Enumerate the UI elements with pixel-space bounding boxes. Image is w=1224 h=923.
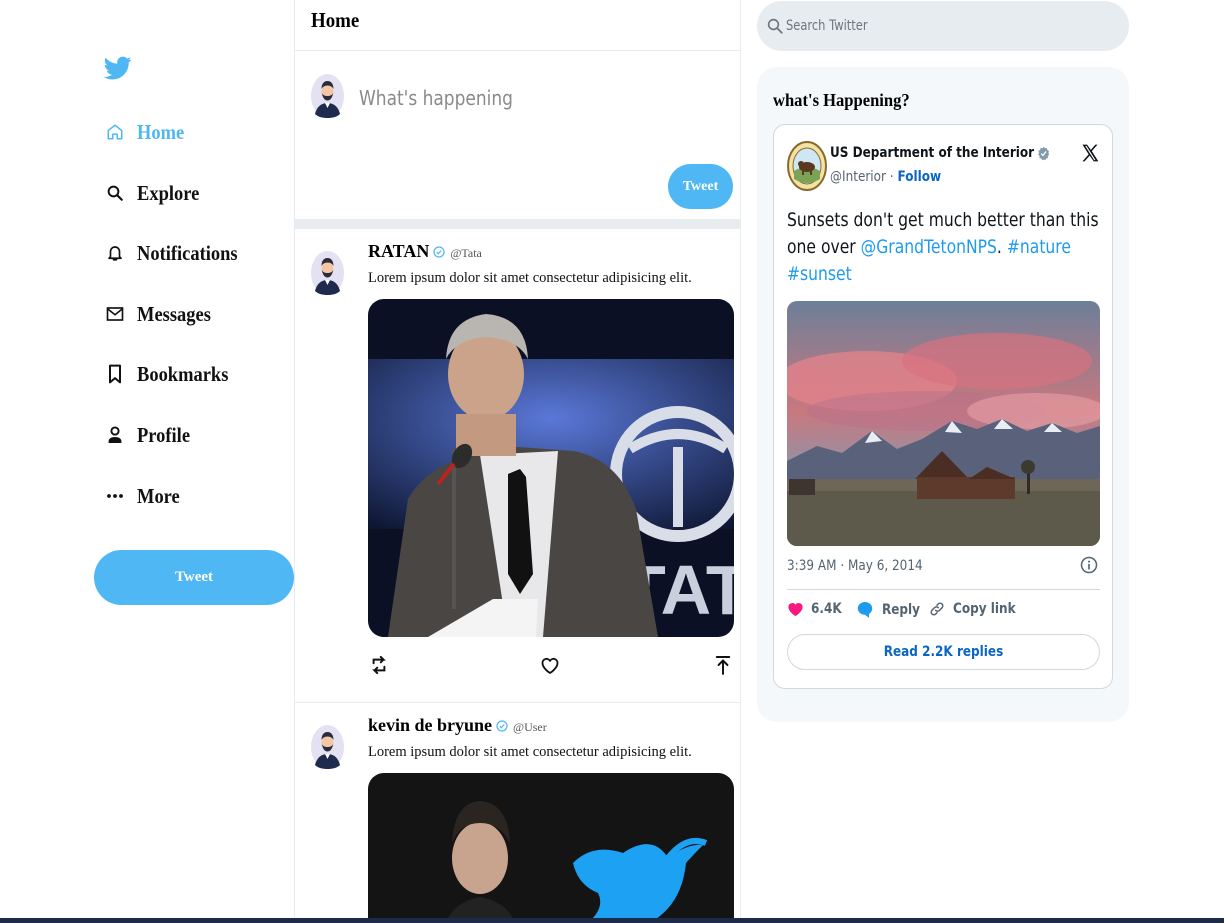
feed-divider	[295, 219, 740, 229]
avatar[interactable]	[311, 725, 344, 769]
read-replies-button[interactable]: Read 2.2K replies	[787, 634, 1100, 670]
embed-actions: 6.4K Reply Copy link	[787, 601, 1107, 623]
embed-image[interactable]	[787, 301, 1100, 546]
sidebar-item-messages[interactable]: Messages	[105, 294, 221, 334]
sidebar-item-notifications[interactable]: Notifications	[105, 233, 251, 273]
sidebar-item-label: Explore	[137, 180, 200, 205]
post-text: Lorem ipsum dolor sit amet consectetur a…	[368, 744, 692, 760]
verified-badge-icon	[433, 245, 445, 258]
embed-timestamp[interactable]: 3:39 AM · May 6, 2014	[787, 558, 923, 574]
reply-action[interactable]: Reply	[857, 601, 926, 619]
twitter-logo-icon[interactable]	[103, 53, 132, 83]
post-header: kevin de bryune @User	[368, 715, 547, 736]
read-replies-label: Read 2.2K replies	[883, 644, 1004, 660]
share-icon[interactable]	[712, 654, 734, 676]
sidebar-item-label: Messages	[137, 301, 211, 326]
sidebar-item-home[interactable]: Home	[105, 112, 191, 152]
post-author-handle: @User	[513, 720, 547, 734]
post-actions	[368, 654, 736, 676]
page-title: Home	[311, 8, 360, 32]
tweetbox-tweet-button[interactable]: Tweet	[668, 164, 733, 209]
avatar[interactable]	[311, 74, 344, 118]
x-logo-icon[interactable]	[1079, 141, 1101, 165]
embed-separator: ·	[889, 169, 894, 185]
avatar[interactable]	[311, 251, 344, 295]
search-bar[interactable]	[757, 1, 1129, 51]
bell-icon	[105, 242, 125, 264]
post-header: RATAN @Tata	[368, 241, 482, 262]
post-author-name[interactable]: kevin de bryune	[368, 715, 492, 736]
mention-link[interactable]: @GrandTetonNPS	[861, 236, 997, 258]
like-count: 6.4K	[811, 601, 842, 617]
embed-divider	[787, 589, 1100, 590]
like-action[interactable]: 6.4K	[787, 601, 847, 617]
embed-account-name-text: US Department of the Interior	[830, 145, 1035, 161]
sidebar-item-label: Profile	[137, 422, 191, 447]
feed-header: Home	[295, 0, 740, 51]
reply-bubble-icon	[857, 601, 873, 619]
post-text: Lorem ipsum dolor sit amet consectetur a…	[368, 270, 692, 286]
embed-text-part: .	[996, 236, 1007, 258]
embed-tweet-text: Sunsets don't get much better than this …	[787, 207, 1112, 288]
taskbar-edge	[0, 918, 1224, 923]
copy-link-label: Copy link	[953, 601, 1016, 617]
retweet-icon[interactable]	[368, 654, 390, 676]
tweetbox-input[interactable]	[359, 80, 665, 116]
widget-title: what's Happening?	[773, 90, 910, 110]
link-icon	[929, 601, 945, 617]
hashtag-link[interactable]: #sunset	[787, 263, 852, 285]
reply-label: Reply	[882, 602, 921, 618]
post-divider	[295, 702, 740, 703]
search-icon	[766, 17, 784, 35]
post-image[interactable]	[368, 773, 734, 923]
hashtag-link[interactable]: #nature	[1007, 236, 1071, 258]
embedded-tweet[interactable]: US Department of the Interior @Interior …	[773, 124, 1113, 689]
info-icon[interactable]	[1080, 556, 1100, 576]
sidebar-item-explore[interactable]: Explore	[105, 173, 208, 213]
post-author-handle: @Tata	[450, 246, 482, 260]
bookmark-icon	[105, 363, 125, 385]
embed-account-name[interactable]: US Department of the Interior	[830, 145, 1050, 161]
embed-handle[interactable]: @Interior	[830, 169, 886, 185]
copy-link-action[interactable]: Copy link	[929, 601, 1026, 617]
heart-filled-icon	[787, 601, 804, 617]
search-input[interactable]	[786, 18, 1049, 34]
sidebar-item-label: More	[137, 483, 180, 508]
more-icon	[105, 485, 125, 507]
sidebar-item-label: Bookmarks	[137, 361, 229, 386]
sidebar-item-profile[interactable]: Profile	[105, 415, 197, 455]
whats-happening-widget: what's Happening? US Department of the I…	[757, 67, 1129, 722]
sidebar-item-label: Home	[137, 119, 185, 144]
sidebar-item-more[interactable]: More	[105, 476, 186, 516]
feed: Home Tweet RATAN	[294, 0, 741, 923]
post-image[interactable]: TATA	[368, 299, 734, 637]
verified-badge-icon	[1038, 146, 1051, 161]
mail-icon	[105, 303, 125, 325]
interior-seal-avatar[interactable]	[787, 139, 827, 193]
home-icon	[105, 121, 125, 143]
sidebar: Home Explore Notifications Messages Book…	[0, 0, 295, 923]
person-icon	[105, 424, 125, 446]
search-icon	[105, 182, 125, 204]
follow-link[interactable]: Follow	[897, 169, 941, 185]
sidebar-item-bookmarks[interactable]: Bookmarks	[105, 354, 241, 394]
verified-badge-icon	[496, 719, 508, 732]
embed-handle-line: @Interior · Follow	[830, 169, 941, 185]
sidebar-tweet-button[interactable]: Tweet	[94, 550, 294, 605]
heart-icon[interactable]	[539, 654, 561, 676]
post-author-name[interactable]: RATAN	[368, 241, 429, 262]
sidebar-item-label: Notifications	[137, 240, 238, 265]
